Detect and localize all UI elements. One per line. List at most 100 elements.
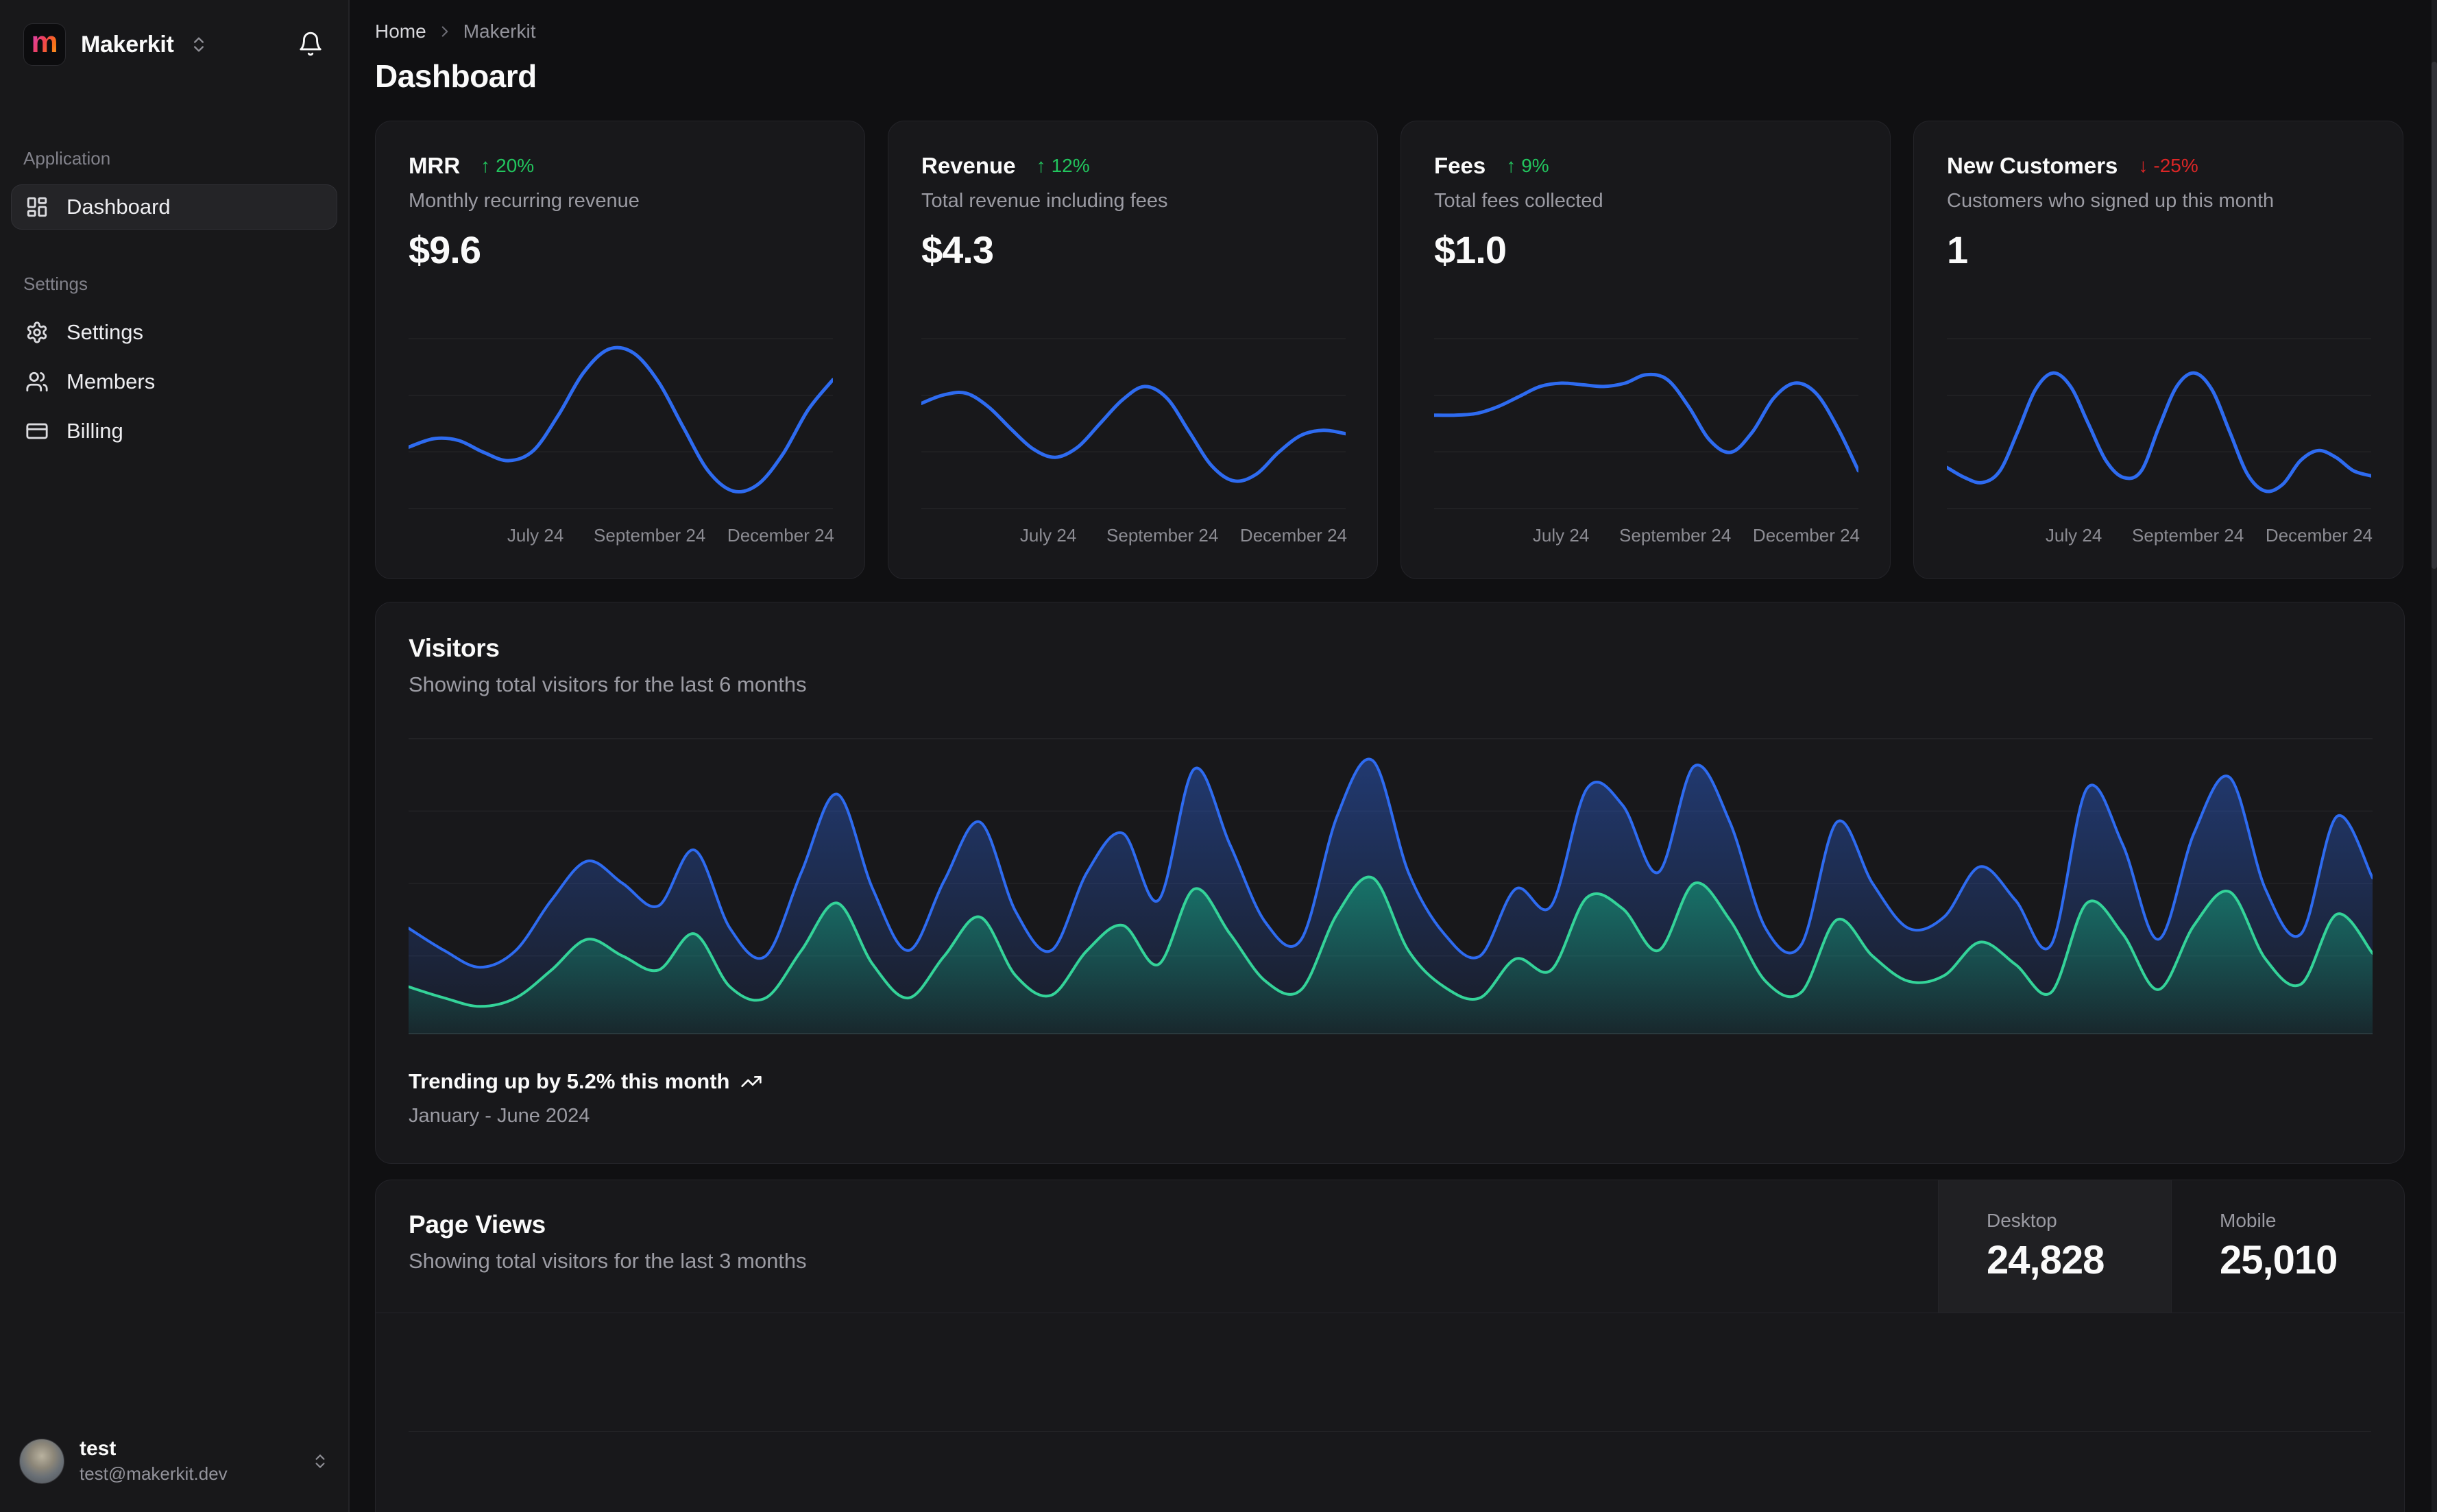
stat-card-title: Fees [1434,153,1486,178]
trend-badge: ↓ -25% [2138,155,2198,177]
stat-card-description: Total revenue including fees [921,190,1168,212]
notifications-button[interactable] [293,27,328,63]
makerkit-logo: m [23,23,66,66]
user-menu[interactable]: test test@makerkit.dev [11,1430,337,1491]
breadcrumb-current: Makerkit [463,21,536,42]
sidebar-nav: Application Dashboard Settings Settings [11,148,337,458]
x-tick: December 24 [2265,525,2373,546]
visitors-area-chart [407,733,2374,1038]
breadcrumb: Home Makerkit [375,21,2405,42]
stat-card-row: MRR ↑ 20% Monthly recurring revenue $9.6… [375,121,2405,579]
sparkline-chart: July 24 September 24 December 24 [1945,335,2373,548]
section-label-settings: Settings [23,273,88,294]
stat-card-description: Monthly recurring revenue [409,190,640,212]
x-tick: July 24 [507,525,564,546]
trend-value: 9% [1521,155,1549,176]
trend-badge: ↑ 9% [1506,155,1549,177]
gear-icon [25,321,49,344]
breadcrumb-home-link[interactable]: Home [375,21,426,42]
x-axis-ticks: July 24 September 24 December 24 [1434,525,1860,548]
stat-card-description: Customers who signed up this month [1947,190,2275,212]
credit-card-icon [25,419,49,443]
user-name: test [80,1437,117,1460]
trending-up-icon [740,1071,762,1093]
sidebar: m Makerkit Application Dashboard Setting… [0,0,350,1512]
stat-card-mrr: MRR ↑ 20% Monthly recurring revenue $9.6… [375,121,865,579]
chevrons-up-down-icon [189,35,208,54]
sidebar-item-label: Members [66,369,156,393]
sidebar-item-members[interactable]: Members [11,359,337,404]
stat-card-title: MRR [409,153,461,178]
segment-label: Mobile [2220,1210,2277,1231]
page-views-card: Page Views Showing total visitors for th… [375,1180,2405,1512]
visitors-subtitle: Showing total visitors for the last 6 mo… [409,672,807,696]
sidebar-header: m Makerkit [11,23,337,66]
logo-letter: m [31,25,58,59]
segment-mobile[interactable]: Mobile 25,010 [2171,1180,2404,1313]
scrollbar-thumb[interactable] [2432,62,2437,569]
x-axis-ticks: July 24 September 24 December 24 [409,525,834,548]
sidebar-item-settings[interactable]: Settings [11,310,337,355]
trend-arrow-up-icon: ↑ [1036,155,1046,176]
x-tick: September 24 [1619,525,1732,546]
bell-icon [298,31,324,57]
brand-name: Makerkit [81,31,174,58]
stat-card-title: Revenue [921,153,1016,178]
page-title: Dashboard [375,58,537,94]
sparkline-chart: July 24 September 24 December 24 [1432,335,1860,548]
visitors-title: Visitors [409,634,500,662]
stat-card-description: Total fees collected [1434,190,1603,212]
section-label-application: Application [23,148,111,169]
trend-arrow-down-icon: ↓ [2138,155,2148,176]
stat-card-title: New Customers [1947,153,2118,178]
stat-card-value: 1 [1947,228,1968,271]
x-tick: September 24 [1106,525,1219,546]
x-tick: July 24 [1019,525,1077,546]
segment-value: 24,828 [1987,1238,2105,1282]
visitors-period: January - June 2024 [409,1105,590,1127]
stat-card-new-customers: New Customers ↓ -25% Customers who signe… [1913,121,2403,579]
chevron-right-icon [436,23,454,40]
segment-label: Desktop [1987,1210,2057,1231]
dashboard-grid-icon [25,195,49,219]
sidebar-item-dashboard[interactable]: Dashboard [11,184,337,230]
visitors-footer: Trending up by 5.2% this month January -… [409,1069,2371,1127]
main-content: Home Makerkit Dashboard MRR ↑ 20% Monthl… [350,0,2437,1512]
page-views-header: Page Views Showing total visitors for th… [376,1180,2404,1313]
user-email: test@makerkit.dev [80,1463,228,1484]
page-views-subtitle: Showing total visitors for the last 3 mo… [409,1249,807,1273]
trend-value: 12% [1051,155,1090,176]
trend-badge: ↑ 12% [1036,155,1090,177]
x-tick: December 24 [727,525,834,546]
x-tick: September 24 [2132,525,2244,546]
stat-card-value: $1.0 [1434,228,1507,271]
sparkline-chart: July 24 September 24 December 24 [407,335,835,548]
trend-arrow-up-icon: ↑ [1506,155,1516,176]
stat-card-value: $9.6 [409,228,481,271]
device-toggle: Desktop 24,828 Mobile 25,010 [1938,1180,2404,1313]
trend-arrow-up-icon: ↑ [481,155,491,176]
avatar [19,1438,64,1484]
stat-card-revenue: Revenue ↑ 12% Total revenue including fe… [888,121,1378,579]
x-tick: December 24 [1239,525,1347,546]
workspace-selector[interactable]: m Makerkit [23,23,208,66]
page-views-bar-chart [409,1313,2371,1512]
app-root: m Makerkit Application Dashboard Setting… [0,0,2437,1512]
trend-value: 20% [496,155,535,176]
stat-card-value: $4.3 [921,228,994,271]
page-views-title: Page Views [409,1210,546,1239]
sidebar-item-label: Settings [66,320,144,344]
x-tick: July 24 [2045,525,2102,546]
x-axis-ticks: July 24 September 24 December 24 [1947,525,2373,548]
segment-desktop[interactable]: Desktop 24,828 [1938,1180,2171,1313]
sidebar-item-label: Dashboard [66,195,171,219]
visitors-card: Visitors Showing total visitors for the … [375,602,2405,1164]
scrollbar-track[interactable] [2432,0,2437,1512]
segment-value: 25,010 [2220,1238,2338,1282]
user-meta: test test@makerkit.dev [80,1437,228,1485]
visitors-trend-text: Trending up by 5.2% this month [409,1069,730,1093]
x-axis-ticks: July 24 September 24 December 24 [921,525,1347,548]
sidebar-item-billing[interactable]: Billing [11,409,337,454]
stat-card-fees: Fees ↑ 9% Total fees collected $1.0 July… [1401,121,1891,579]
x-tick: December 24 [1752,525,1860,546]
